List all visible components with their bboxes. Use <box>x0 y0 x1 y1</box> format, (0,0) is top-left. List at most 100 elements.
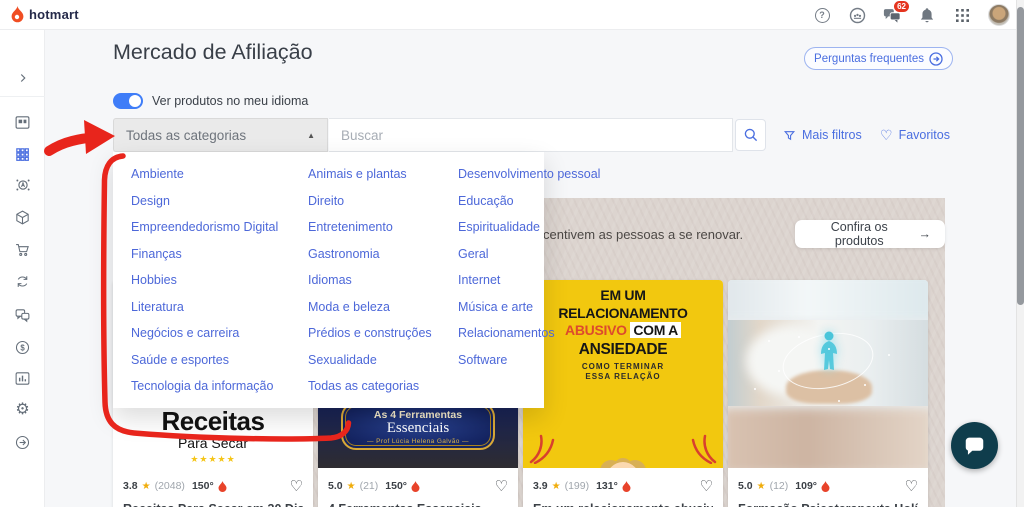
category-option[interactable]: Música e arte <box>458 300 600 314</box>
star-icon: ★ <box>346 480 356 492</box>
help-icon: ? <box>814 7 830 23</box>
product-photo <box>728 320 928 406</box>
chevron-right-icon <box>20 74 26 82</box>
temperature: 131° <box>596 480 618 492</box>
sidebar-item-finance[interactable]: $ <box>0 335 45 359</box>
category-option[interactable]: Tecnologia da informação <box>131 379 308 393</box>
category-option[interactable]: Desenvolvimento pessoal <box>458 167 600 181</box>
sidebar-item-integrations[interactable] <box>0 430 45 454</box>
svg-text:$: $ <box>20 343 25 352</box>
category-option[interactable]: Negócios e carreira <box>131 326 308 340</box>
cover-art-text: Receitas Para Secar ★★★★★ <box>113 406 313 465</box>
favorite-heart-icon[interactable]: ♡ <box>495 477 508 495</box>
category-select-value: Todas as categorias <box>126 127 247 143</box>
more-filters-button[interactable]: Mais filtros <box>783 118 862 152</box>
flame-icon <box>622 480 631 492</box>
sidebar-item-affiliation[interactable] <box>0 173 45 197</box>
sidebar-item-marketplace[interactable] <box>0 142 45 166</box>
sidebar-item-products[interactable] <box>0 205 45 229</box>
apps-menu-button[interactable] <box>953 6 971 24</box>
category-select[interactable]: Todas as categorias ▲ <box>113 118 328 152</box>
messages-button[interactable]: 62 <box>883 0 910 24</box>
rating-score: 5.0 <box>328 480 343 492</box>
more-filters-label: Mais filtros <box>802 128 862 142</box>
sidebar-item-subscriptions[interactable] <box>0 269 45 293</box>
category-option[interactable]: Ambiente <box>131 167 308 181</box>
category-option[interactable]: Direito <box>308 194 458 208</box>
faq-button[interactable]: Perguntas frequentes <box>804 47 953 70</box>
category-option[interactable]: Software <box>458 353 600 367</box>
hotmart-logo[interactable]: hotmart <box>10 6 79 23</box>
category-option[interactable]: Relacionamentos <box>458 326 600 340</box>
comments-icon <box>15 308 30 322</box>
rating-score: 3.8 <box>123 480 138 492</box>
category-option[interactable]: Animais e plantas <box>308 167 458 181</box>
promo-cta-button[interactable]: Confira os produtos → <box>795 220 945 248</box>
community-button[interactable] <box>848 6 866 24</box>
sidebar-item-dashboard[interactable] <box>0 110 45 134</box>
swash-decoration <box>529 434 555 464</box>
flame-icon <box>821 480 830 492</box>
marketplace-grid-icon <box>16 147 29 161</box>
product-title[interactable]: Receitas Para Secar em 30 Dias 2.0 <box>123 502 303 507</box>
community-icon <box>849 7 865 23</box>
category-option[interactable]: Literatura <box>131 300 308 314</box>
product-title[interactable]: Em um relacionamento abusivo <box>533 502 713 507</box>
category-option[interactable]: Hobbies <box>131 273 308 287</box>
category-option[interactable]: Todas as categorias <box>308 379 458 393</box>
sidebar-divider <box>0 96 45 97</box>
category-option[interactable]: Moda e beleza <box>308 300 458 314</box>
category-option[interactable]: Prédios e construções <box>308 326 458 340</box>
help-button[interactable]: ? <box>813 6 831 24</box>
scrollbar-thumb[interactable] <box>1016 7 1024 305</box>
scrollbar-track[interactable] <box>1016 0 1024 507</box>
sparkles <box>768 340 770 342</box>
filter-funnel-icon <box>783 130 796 140</box>
search-input[interactable] <box>329 118 733 152</box>
language-toggle[interactable] <box>113 93 143 109</box>
sidebar-item-conversations[interactable] <box>0 303 45 327</box>
category-option[interactable]: Educação <box>458 194 600 208</box>
search-button[interactable] <box>735 119 766 151</box>
dashboard-icon <box>15 115 30 129</box>
category-option[interactable]: Finanças <box>131 247 308 261</box>
arrow-right-icon: → <box>918 227 932 241</box>
product-card: 5.0 ★ (12) 109° ♡ Formação Psicoterapeut… <box>728 280 928 507</box>
language-toggle-label: Ver produtos no meu idioma <box>152 94 309 108</box>
hotmart-flame-icon <box>11 6 24 23</box>
favorites-label: Favoritos <box>898 128 950 142</box>
product-cover-psicoterapeuta[interactable] <box>728 280 928 468</box>
sidebar-item-analytics[interactable] <box>0 366 45 390</box>
category-option[interactable]: Internet <box>458 273 600 287</box>
sidebar-item-settings[interactable]: ⚙ <box>0 398 45 422</box>
category-option[interactable]: Geral <box>458 247 600 261</box>
flame-icon <box>218 480 227 492</box>
chat-widget-button[interactable] <box>951 422 998 469</box>
star-icon: ★ <box>141 480 151 492</box>
heart-icon: ♡ <box>880 127 893 143</box>
category-option[interactable]: Entretenimento <box>308 220 458 234</box>
category-option[interactable]: Saúde e esportes <box>131 353 308 367</box>
category-option[interactable]: Idiomas <box>308 273 458 287</box>
star-icon: ★ <box>551 480 561 492</box>
sidebar-expand-button[interactable] <box>0 66 45 90</box>
recurrence-icon <box>17 275 28 287</box>
category-option[interactable]: Empreendedorismo Digital <box>131 220 308 234</box>
swash-decoration <box>691 434 717 464</box>
cartoon-face <box>606 462 640 468</box>
user-avatar[interactable] <box>988 4 1010 26</box>
category-option[interactable]: Gastronomia <box>308 247 458 261</box>
favorite-heart-icon[interactable]: ♡ <box>700 477 713 495</box>
favorites-button[interactable]: ♡ Favoritos <box>880 118 950 152</box>
cover-badge: As 4 Ferramentas Essenciais — Prof Lúcia… <box>341 402 495 450</box>
review-count: (12) <box>769 480 789 492</box>
sidebar-item-sales[interactable] <box>0 237 45 261</box>
notifications-button[interactable] <box>918 6 936 24</box>
category-option[interactable]: Sexualidade <box>308 353 458 367</box>
category-option[interactable]: Design <box>131 194 308 208</box>
product-title[interactable]: 4 Ferramentas Essenciais <box>328 502 508 507</box>
product-title[interactable]: Formação Psicoterapeuta Holística <box>738 502 918 507</box>
favorite-heart-icon[interactable]: ♡ <box>905 477 918 495</box>
category-option[interactable]: Espiritualidade <box>458 220 600 234</box>
favorite-heart-icon[interactable]: ♡ <box>290 477 303 495</box>
